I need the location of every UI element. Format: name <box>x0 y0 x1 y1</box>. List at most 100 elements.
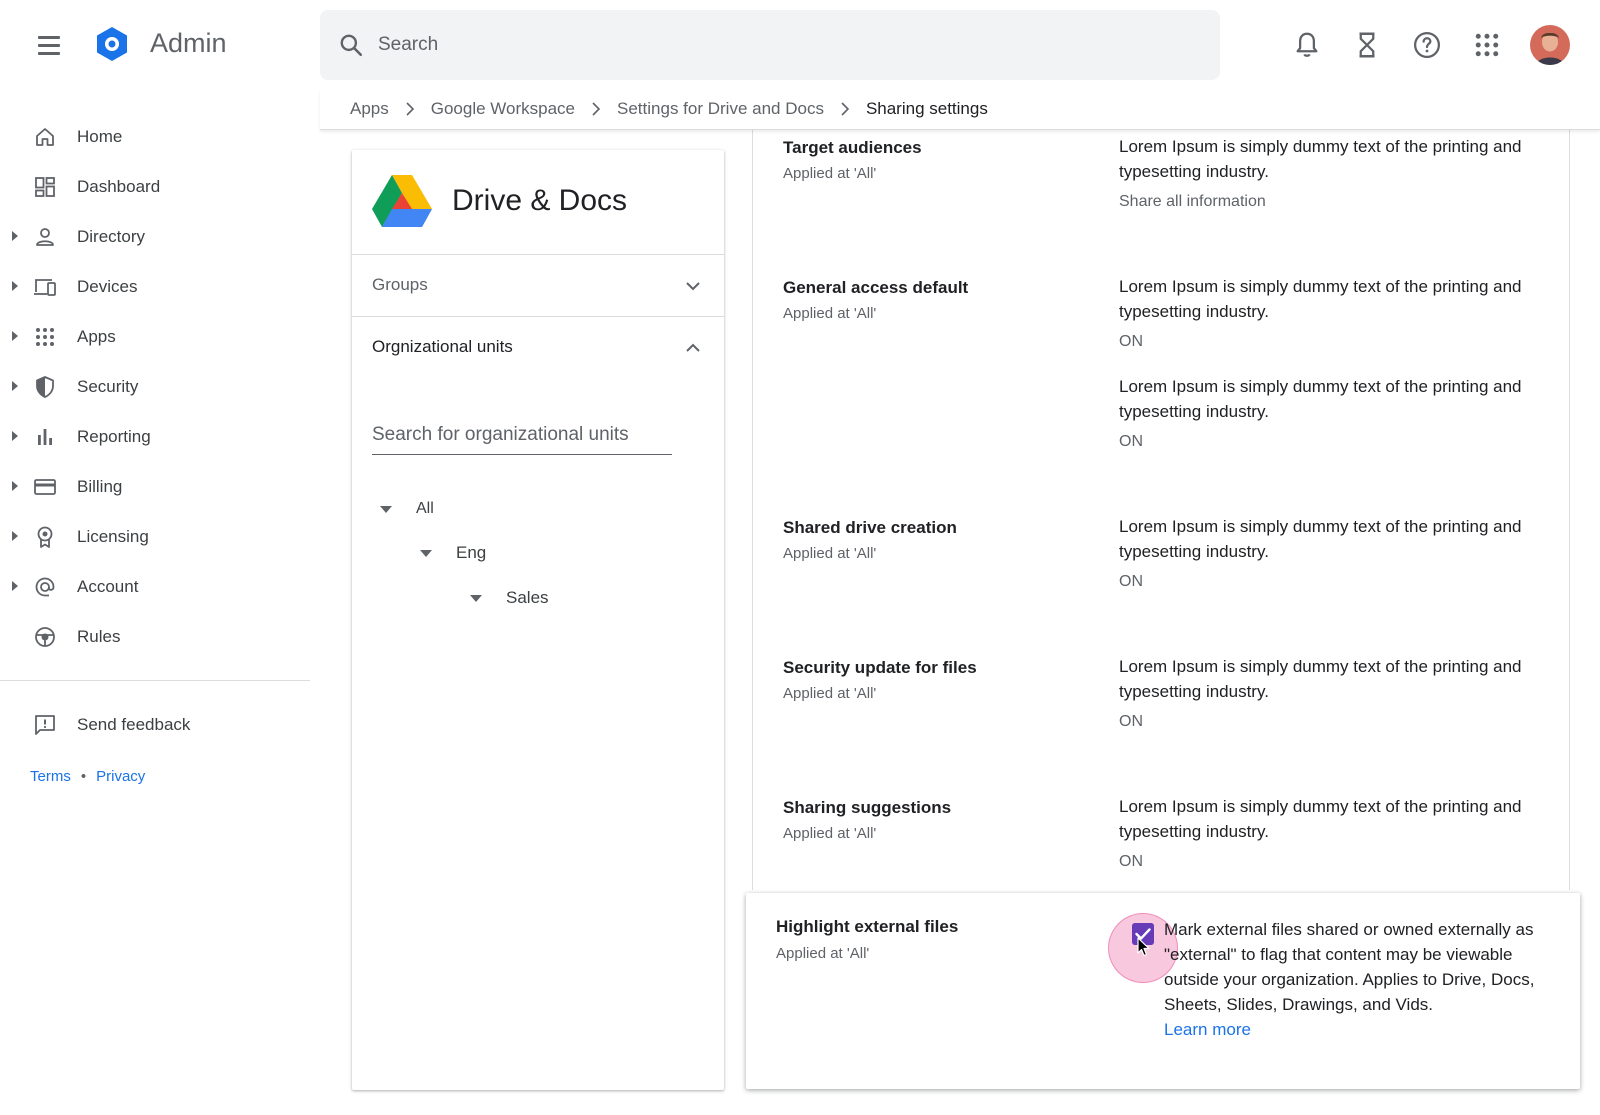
bar-chart-icon <box>38 429 52 445</box>
breadcrumb-google-workspace[interactable]: Google Workspace <box>431 99 575 119</box>
expand-caret-icon[interactable] <box>12 531 18 541</box>
rules-icon <box>35 627 55 647</box>
privacy-link[interactable]: Privacy <box>96 768 145 785</box>
sidebar-item-label: Reporting <box>77 427 151 446</box>
setting-title: Sharing suggestions <box>783 798 952 817</box>
sidebar-item-label: Dashboard <box>77 177 161 196</box>
setting-status: Share all information <box>1119 193 1266 210</box>
chevron-right-icon <box>406 102 414 116</box>
footer-links: Terms • Privacy <box>30 768 145 785</box>
sidebar-divider <box>0 680 310 681</box>
caret-down-icon[interactable] <box>380 505 392 513</box>
expand-caret-icon[interactable] <box>12 481 18 491</box>
setting-applied: Applied at 'All' <box>783 305 877 322</box>
sidebar-item-home[interactable]: Home <box>0 112 310 162</box>
send-feedback-button[interactable]: Send feedback <box>0 703 310 747</box>
setting-description: Lorem Ipsum is simply dummy text of the … <box>1119 377 1522 421</box>
sidebar-item-label: Devices <box>77 277 138 296</box>
org-units-section-header[interactable]: Orgnizational units <box>352 317 724 377</box>
panel-title: Drive & Docs <box>452 184 628 217</box>
chevron-up-icon[interactable] <box>684 339 702 357</box>
breadcrumb-sharing-settings: Sharing settings <box>865 99 988 118</box>
setting-description: Lorem Ipsum is simply dummy text of the … <box>1119 517 1522 561</box>
shield-icon <box>36 376 54 398</box>
setting-highlight-external-files: Highlight external files Applied at 'All… <box>746 893 1580 1089</box>
search-input[interactable] <box>378 28 1178 62</box>
expand-caret-icon[interactable] <box>12 381 18 391</box>
expand-caret-icon[interactable] <box>12 281 18 291</box>
setting-applied: Applied at 'All' <box>783 545 877 562</box>
tree-item-eng[interactable]: Eng <box>420 538 486 568</box>
sidebar-item-licensing[interactable]: Licensing <box>0 512 310 562</box>
sidebar: Home Dashboard Directory Devices Apps Se… <box>0 112 310 662</box>
sidebar-item-reporting[interactable]: Reporting <box>0 412 310 462</box>
chevron-right-icon <box>592 102 601 116</box>
setting-status: ON <box>1119 853 1143 870</box>
search-bar[interactable] <box>320 10 1220 80</box>
expand-caret-icon[interactable] <box>12 581 18 591</box>
tree-item-label: Eng <box>456 543 487 562</box>
drive-logo-icon <box>372 175 432 227</box>
at-sign-icon <box>35 577 55 597</box>
caret-down-icon[interactable] <box>470 594 482 602</box>
sidebar-item-devices[interactable]: Devices <box>0 262 310 312</box>
setting-applied: Applied at 'All' <box>783 825 877 842</box>
help-icon[interactable] <box>1412 30 1442 60</box>
groups-section-header[interactable]: Groups <box>352 255 724 315</box>
breadcrumb-drive-docs-settings[interactable]: Settings for Drive and Docs <box>617 99 824 119</box>
sidebar-item-rules[interactable]: Rules <box>0 612 310 662</box>
groups-label: Groups <box>372 275 428 294</box>
org-units-label: Orgnizational units <box>372 337 513 356</box>
setting-title: Highlight external files <box>776 917 959 936</box>
tree-item-all[interactable]: All <box>380 494 434 524</box>
org-units-panel: Drive & Docs Groups Orgnizational units … <box>352 150 724 1090</box>
apps-grid-icon[interactable] <box>1472 30 1502 60</box>
badge-icon <box>37 526 53 548</box>
expand-caret-icon[interactable] <box>12 231 18 241</box>
avatar[interactable] <box>1530 25 1570 65</box>
sidebar-item-label: Directory <box>77 227 146 246</box>
expand-caret-icon[interactable] <box>12 431 18 441</box>
hourglass-icon[interactable] <box>1352 30 1382 60</box>
notifications-icon[interactable] <box>1292 30 1322 60</box>
sidebar-item-label: Security <box>77 377 139 396</box>
sidebar-item-security[interactable]: Security <box>0 362 310 412</box>
tree-item-label: Sales <box>506 588 549 607</box>
sidebar-item-account[interactable]: Account <box>0 562 310 612</box>
setting-status: ON <box>1119 713 1143 730</box>
setting-status: ON <box>1119 433 1143 450</box>
org-units-search-input[interactable] <box>372 415 672 455</box>
search-icon[interactable] <box>338 32 364 58</box>
setting-title: Shared drive creation <box>783 518 957 537</box>
sidebar-item-label: Apps <box>77 327 116 346</box>
expand-caret-icon[interactable] <box>12 331 18 341</box>
menu-icon[interactable] <box>34 30 64 60</box>
tree-item-label: All <box>416 500 434 517</box>
learn-more-link[interactable]: Learn more <box>1164 1017 1554 1042</box>
credit-card-icon <box>34 479 56 495</box>
apps-grid-icon <box>36 328 54 346</box>
sidebar-item-billing[interactable]: Billing <box>0 462 310 512</box>
setting-title: General access default <box>783 278 969 297</box>
sidebar-item-label: Account <box>77 577 139 596</box>
highlight-description-text: Mark external files shared or owned exte… <box>1164 920 1535 1014</box>
sidebar-item-label: Home <box>77 127 123 146</box>
highlight-external-files-checkbox[interactable] <box>1132 923 1154 945</box>
setting-title: Security update for files <box>783 658 977 677</box>
sidebar-item-dashboard[interactable]: Dashboard <box>0 162 310 212</box>
send-feedback-label: Send feedback <box>77 715 191 734</box>
setting-status: ON <box>1119 573 1143 590</box>
tree-item-sales[interactable]: Sales <box>470 583 549 613</box>
caret-down-icon[interactable] <box>420 549 432 557</box>
terms-link[interactable]: Terms <box>30 768 71 785</box>
sidebar-item-apps[interactable]: Apps <box>0 312 310 362</box>
app-title: Admin <box>150 28 227 58</box>
chevron-down-icon[interactable] <box>684 277 702 295</box>
sidebar-item-directory[interactable]: Directory <box>0 212 310 262</box>
setting-applied: Applied at 'All' <box>783 685 877 702</box>
sidebar-item-label: Licensing <box>77 527 149 546</box>
devices-icon <box>34 279 56 296</box>
feedback-icon <box>35 715 55 735</box>
breadcrumb-apps[interactable]: Apps <box>350 99 389 119</box>
sidebar-item-label: Billing <box>77 477 123 496</box>
